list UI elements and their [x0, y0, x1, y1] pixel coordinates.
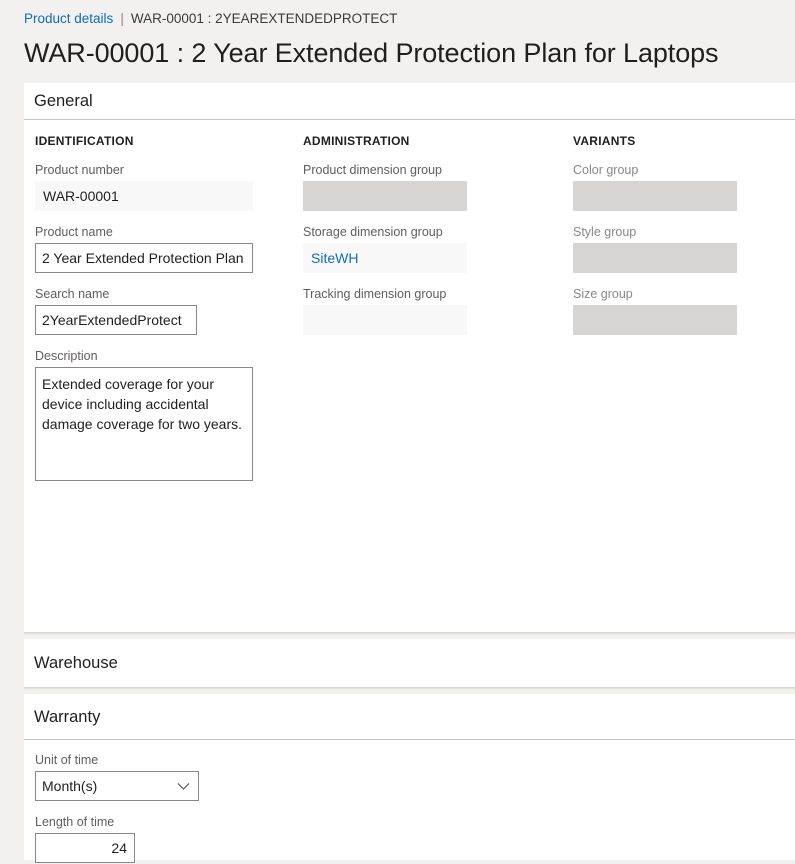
input-style-group [573, 243, 737, 273]
section-general-title: General [34, 92, 93, 110]
label-style-group: Style group [573, 225, 637, 239]
label-tracking-dimension-group: Tracking dimension group [303, 287, 447, 301]
input-description[interactable]: Extended coverage for your device includ… [35, 367, 253, 481]
field-product-number: Product number [35, 162, 303, 211]
group-identification: IDENTIFICATION Product number Product na… [24, 134, 303, 632]
combo-unit-of-time[interactable] [35, 771, 199, 801]
label-product-number: Product number [35, 163, 124, 177]
label-search-name: Search name [35, 287, 110, 301]
input-color-group [573, 181, 737, 211]
section-warranty: Warranty Unit of time Length of time [24, 694, 795, 863]
breadcrumb: Product details | WAR-00001 : 2YEAREXTENDE… [24, 10, 795, 28]
label-storage-dimension-group: Storage dimension group [303, 225, 443, 239]
section-warranty-body: Unit of time Length of time [24, 740, 795, 863]
input-size-group [573, 305, 737, 335]
input-tracking-dimension-group[interactable] [303, 305, 467, 335]
label-size-group: Size group [573, 287, 633, 301]
section-warranty-title: Warranty [34, 707, 101, 726]
section-warehouse: Warehouse [24, 639, 795, 690]
section-general-body: IDENTIFICATION Product number Product na… [24, 120, 795, 632]
input-product-number[interactable] [35, 181, 253, 211]
page-title: WAR-00001 : 2 Year Extended Protection P… [24, 38, 719, 68]
breadcrumb-separator: | [120, 11, 124, 26]
label-length-of-time: Length of time [35, 815, 115, 829]
breadcrumb-current-item: WAR-00001 : 2YEAREXTENDEDPROTECT [130, 11, 398, 26]
section-general-header[interactable]: General [24, 83, 795, 119]
page-header: Product details | WAR-00001 : 2YEAREXTENDE… [0, 0, 795, 83]
general-columns: IDENTIFICATION Product number Product na… [24, 120, 795, 632]
label-unit-of-time: Unit of time [35, 753, 99, 767]
field-color-group: Color group [573, 162, 793, 211]
field-search-name: Search name [35, 286, 303, 335]
field-description: Description Extended coverage for your d… [35, 348, 303, 481]
section-warehouse-title: Warehouse [34, 654, 118, 672]
field-storage-dimension-group: Storage dimension group [303, 224, 573, 273]
label-product-name: Product name [35, 225, 113, 239]
input-product-name[interactable] [35, 243, 253, 273]
label-description: Description [35, 349, 98, 363]
group-variants: VARIANTS Color group Style group Size gr… [573, 134, 793, 632]
input-storage-dimension-group[interactable] [303, 243, 467, 273]
breadcrumb-link-product-details[interactable]: Product details [24, 11, 113, 26]
field-size-group: Size group [573, 286, 793, 335]
section-general: General IDENTIFICATION Product number Pr… [24, 83, 795, 635]
field-unit-of-time: Unit of time [35, 752, 795, 801]
field-length-of-time: Length of time [35, 814, 795, 863]
section-warranty-header[interactable]: Warranty [24, 694, 795, 739]
label-color-group: Color group [573, 163, 639, 177]
field-product-dimension-group: Product dimension group [303, 162, 573, 211]
group-variants-title: VARIANTS [573, 134, 636, 148]
field-style-group: Style group [573, 224, 793, 273]
input-search-name[interactable] [35, 305, 197, 335]
group-administration: ADMINISTRATION Product dimension group S… [303, 134, 573, 632]
group-administration-title: ADMINISTRATION [303, 134, 410, 148]
input-unit-of-time[interactable] [35, 771, 199, 801]
field-product-name: Product name [35, 224, 303, 273]
group-identification-title: IDENTIFICATION [35, 134, 134, 148]
input-length-of-time[interactable] [35, 833, 135, 863]
section-warehouse-header[interactable]: Warehouse [24, 639, 795, 687]
field-tracking-dimension-group: Tracking dimension group [303, 286, 573, 335]
input-product-dimension-group [303, 181, 467, 211]
label-product-dimension-group: Product dimension group [303, 163, 442, 177]
